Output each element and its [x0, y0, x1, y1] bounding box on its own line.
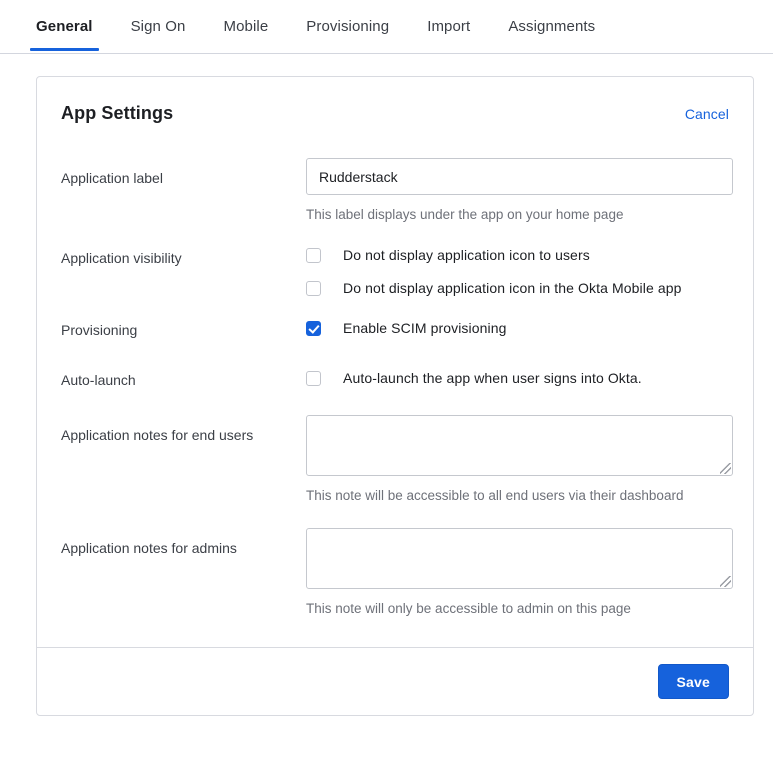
page-title: App Settings [61, 103, 174, 123]
content-area: App Settings Cancel Application label Th… [0, 54, 773, 716]
provisioning-label: Provisioning [61, 322, 138, 338]
auto-launch-option-label: Auto-launch the app when user signs into… [343, 370, 642, 386]
row-auto-launch: Auto-launch Auto-launch the app when use… [61, 370, 729, 389]
hide-icon-users-checkbox[interactable] [306, 248, 321, 263]
notes-end-users-helper: This note will be accessible to all end … [306, 488, 684, 503]
row-notes-end-users: Application notes for end users This not… [61, 415, 733, 504]
checkbox-row-hide-icon-mobile[interactable]: Do not display application icon in the O… [306, 280, 729, 297]
tab-mobile-label: Mobile [223, 18, 269, 35]
row-notes-admins: Application notes for admins This note w… [61, 528, 733, 617]
application-label-label: Application label [61, 170, 163, 186]
application-visibility-options: Do not display application icon to users… [306, 247, 729, 297]
row-application-label: Application label This label displays un… [61, 158, 733, 223]
app-settings-card: App Settings Cancel Application label Th… [36, 76, 754, 716]
notes-admins-textarea[interactable] [306, 528, 733, 589]
application-label-helper: This label displays under the app on you… [306, 207, 624, 222]
tab-provisioning[interactable]: Provisioning [306, 0, 389, 51]
tab-bar: General Sign On Mobile Provisioning Impo… [0, 0, 773, 54]
tab-sign-on[interactable]: Sign On [131, 0, 186, 51]
row-provisioning: Provisioning Enable SCIM provisioning [61, 320, 729, 339]
hide-icon-mobile-checkbox[interactable] [306, 281, 321, 296]
notes-admins-field-group: This note will only be accessible to adm… [306, 528, 733, 617]
enable-scim-label: Enable SCIM provisioning [343, 320, 507, 336]
tab-import[interactable]: Import [427, 0, 470, 51]
notes-admins-label: Application notes for admins [61, 540, 237, 556]
checkbox-row-hide-icon-users[interactable]: Do not display application icon to users [306, 247, 729, 264]
tab-assignments[interactable]: Assignments [508, 0, 595, 51]
auto-launch-label: Auto-launch [61, 372, 136, 388]
app-settings-form: App Settings Cancel Application label Th… [37, 77, 753, 647]
save-button[interactable]: Save [657, 664, 729, 699]
application-visibility-label: Application visibility [61, 250, 182, 266]
auto-launch-checkbox[interactable] [306, 371, 321, 386]
tab-import-label: Import [427, 18, 471, 35]
tab-provisioning-label: Provisioning [306, 18, 390, 35]
card-footer: Save [37, 647, 753, 715]
tab-sign-on-label: Sign On [130, 18, 186, 35]
card-header: App Settings Cancel [61, 103, 729, 158]
hide-icon-mobile-label: Do not display application icon in the O… [343, 280, 682, 296]
notes-admins-wrap [306, 528, 733, 589]
checkbox-row-enable-scim[interactable]: Enable SCIM provisioning [306, 320, 729, 337]
application-label-input[interactable] [306, 158, 733, 195]
provisioning-options: Enable SCIM provisioning [306, 320, 729, 337]
row-application-visibility: Application visibility Do not display ap… [61, 247, 729, 297]
tab-general[interactable]: General [30, 0, 99, 51]
notes-end-users-wrap [306, 415, 733, 476]
notes-end-users-label: Application notes for end users [61, 427, 254, 443]
tab-general-label: General [36, 18, 93, 35]
tab-mobile[interactable]: Mobile [223, 0, 268, 51]
checkbox-row-auto-launch[interactable]: Auto-launch the app when user signs into… [306, 370, 729, 387]
auto-launch-options: Auto-launch the app when user signs into… [306, 370, 729, 387]
notes-end-users-field-group: This note will be accessible to all end … [306, 415, 733, 504]
tab-assignments-label: Assignments [508, 18, 596, 35]
notes-admins-helper: This note will only be accessible to adm… [306, 601, 631, 616]
notes-end-users-textarea[interactable] [306, 415, 733, 476]
hide-icon-users-label: Do not display application icon to users [343, 247, 590, 263]
application-label-field-group: This label displays under the app on you… [306, 158, 733, 223]
cancel-link[interactable]: Cancel [685, 106, 729, 122]
enable-scim-checkbox[interactable] [306, 321, 321, 336]
